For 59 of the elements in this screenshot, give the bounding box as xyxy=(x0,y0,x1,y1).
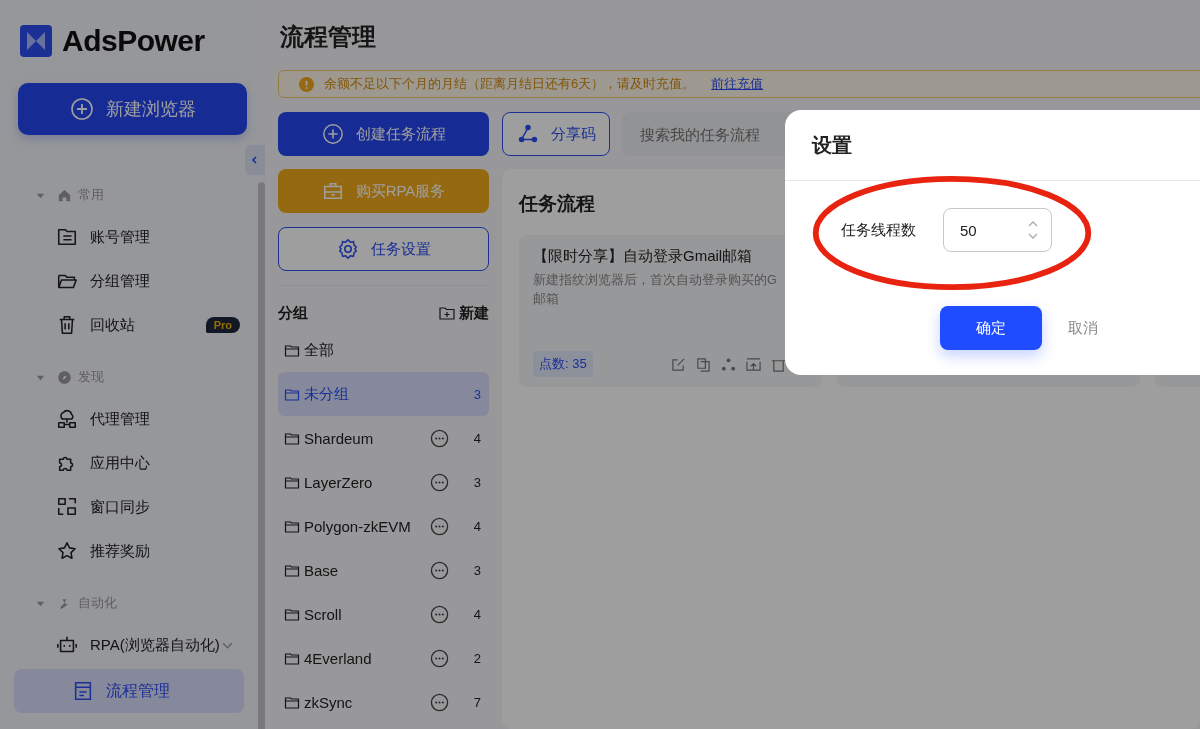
nav-item[interactable]: RPA(浏览器自动化) xyxy=(14,623,244,667)
nav-item[interactable]: 回收站 Pro xyxy=(14,303,244,347)
thread-count-field[interactable]: 50 xyxy=(943,208,1052,252)
section-title: 常用 xyxy=(78,186,104,204)
create-workflow-button[interactable]: 创建任务流程 xyxy=(278,112,489,156)
new-browser-button[interactable]: 新建浏览器 xyxy=(18,83,247,135)
nav-item[interactable]: 推荐奖励 xyxy=(14,529,244,573)
group-count: 3 xyxy=(472,474,481,490)
group-count: 4 xyxy=(472,430,481,446)
group-item[interactable]: 4Everland 2 xyxy=(278,636,489,680)
group-item[interactable]: LayerZero 3 xyxy=(278,460,489,504)
nav-item[interactable]: 账号管理 xyxy=(14,215,244,259)
group-count: 4 xyxy=(472,518,481,534)
group-name: 全部 xyxy=(304,340,335,360)
group-count: 2 xyxy=(472,650,481,666)
group-count: 3 xyxy=(472,562,481,578)
points-tag: 点数: 35 xyxy=(533,351,593,377)
nav-item[interactable]: 流程管理 xyxy=(14,669,244,713)
group-count: 3 xyxy=(472,386,481,402)
confirm-button[interactable]: 确定 xyxy=(940,306,1042,350)
section-title: 自动化 xyxy=(78,594,117,612)
nav-item[interactable]: 应用中心 xyxy=(14,441,244,485)
group-name: LayerZero xyxy=(304,473,374,491)
group-item[interactable]: 未分组 3 xyxy=(278,372,489,416)
nav-item[interactable]: 代理管理 xyxy=(14,397,244,441)
section-title: 发现 xyxy=(78,368,104,386)
group-item[interactable]: Scroll 4 xyxy=(278,592,489,636)
group-item[interactable]: Polygon-zkEVM 4 xyxy=(278,504,489,548)
field-label: 任务线程数 xyxy=(841,220,916,240)
group-name: 4Everland xyxy=(304,649,373,667)
app-name: AdsPower xyxy=(62,24,205,58)
group-item[interactable]: Base 3 xyxy=(278,548,489,592)
group-item[interactable]: zkSync 7 xyxy=(278,680,489,724)
banner-text: 余额不足以下个月的月结（距离月结日还有6天），请及时充值。 xyxy=(324,75,696,93)
group-name: zkSync xyxy=(304,693,354,711)
group-name: Base xyxy=(304,561,340,579)
page-title: 流程管理 xyxy=(280,22,377,52)
panel-title: 任务流程 xyxy=(519,192,596,216)
group-count: 4 xyxy=(472,606,481,622)
card-description: 新建指纹浏览器后，首次自动登录购买的G xyxy=(533,272,778,289)
group-name: 未分组 xyxy=(304,384,350,404)
group-item[interactable]: Shardeum 4 xyxy=(278,416,489,460)
recharge-link[interactable]: 前往充值 xyxy=(711,75,764,93)
share-code-button[interactable]: 分享码 xyxy=(502,112,610,156)
pro-badge: Pro xyxy=(205,317,240,333)
group-count: 7 xyxy=(472,694,481,710)
groups-title: 分组 xyxy=(278,303,308,323)
task-settings-button[interactable]: 任务设置 xyxy=(278,227,489,271)
nav-item[interactable]: 分组管理 xyxy=(14,259,244,303)
new-group-button[interactable]: 新建 xyxy=(439,303,489,323)
group-name: Polygon-zkEVM xyxy=(304,517,412,535)
nav-item[interactable]: 窗口同步 xyxy=(14,485,244,529)
dialog-title: 设置 xyxy=(812,132,852,158)
group-name: Shardeum xyxy=(304,429,375,447)
cancel-button[interactable]: 取消 xyxy=(1060,318,1106,338)
group-item[interactable]: 全部 xyxy=(278,328,489,372)
group-name: Scroll xyxy=(304,605,343,623)
card-title: 【限时分享】自动登录Gmail邮箱 xyxy=(533,247,754,266)
card-description: 邮箱 xyxy=(533,291,560,308)
